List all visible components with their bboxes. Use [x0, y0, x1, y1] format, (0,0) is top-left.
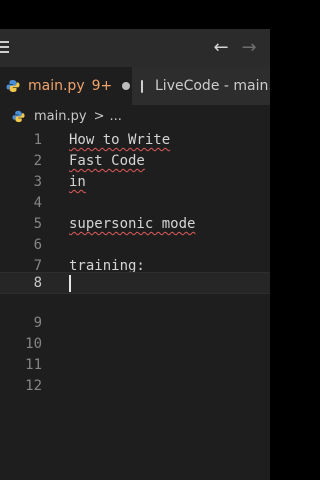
code-line[interactable]: 5 supersonic mode	[0, 214, 270, 235]
breadcrumb-more[interactable]: ...	[109, 109, 121, 124]
code-editor[interactable]: 1 How to Write 2 Fast Code 3 in 4 5 supe…	[0, 127, 270, 480]
tab-label: main.py	[28, 78, 85, 94]
breadcrumb-file[interactable]: main.py	[34, 109, 87, 124]
line-number: 11	[25, 357, 42, 373]
code-line[interactable]: 12	[0, 376, 270, 397]
back-arrow-icon[interactable]: ←	[211, 38, 231, 58]
code-line[interactable]: 3 in	[0, 172, 270, 193]
code-text[interactable]: in	[69, 172, 86, 193]
code-text[interactable]: supersonic mode	[69, 214, 195, 235]
line-number: 4	[33, 195, 42, 211]
line-number: 6	[33, 237, 42, 253]
breadcrumb-separator: >	[93, 108, 105, 124]
line-number: 9	[33, 315, 42, 331]
code-line[interactable]: 1 How to Write	[0, 130, 270, 151]
code-text[interactable]: Fast Code	[69, 151, 145, 172]
python-icon	[12, 110, 25, 122]
hamburger-menu-icon[interactable]	[0, 41, 10, 53]
editor-tab-bar: main.py 9+ LiveCode - main.	[0, 67, 270, 105]
text-cursor	[69, 275, 71, 292]
problem-count-badge: 9+	[91, 78, 113, 94]
code-line[interactable]: 10	[0, 334, 270, 355]
line-number: 12	[25, 378, 42, 394]
python-icon	[6, 80, 20, 92]
unsaved-dot-icon[interactable]	[122, 82, 131, 90]
line-number: 3	[33, 174, 42, 190]
document-icon	[141, 79, 143, 93]
breadcrumb: main.py > ...	[0, 105, 270, 127]
code-line[interactable]: 6	[0, 235, 270, 256]
title-bar: ← →	[0, 29, 270, 67]
tab-main-py[interactable]: main.py 9+	[0, 67, 131, 105]
code-line[interactable]: 11	[0, 355, 270, 376]
code-line-current[interactable]: 8	[0, 272, 270, 294]
tab-livecode[interactable]: LiveCode - main.	[131, 67, 270, 105]
code-line[interactable]: 4	[0, 193, 270, 214]
line-number: 5	[33, 216, 42, 232]
app-frame: ← → main.py 9+ LiveCode - main. main.py …	[0, 0, 270, 480]
line-number: 8	[33, 275, 42, 291]
code-line[interactable]: 9	[0, 313, 270, 334]
code-line[interactable]: 2 Fast Code	[0, 151, 270, 172]
code-text[interactable]: How to Write	[69, 130, 170, 151]
line-number: 2	[33, 153, 42, 169]
line-number: 10	[25, 336, 42, 352]
tab-label: LiveCode - main.	[155, 78, 270, 94]
forward-arrow-icon[interactable]: →	[239, 38, 259, 58]
line-number: 1	[33, 132, 42, 148]
